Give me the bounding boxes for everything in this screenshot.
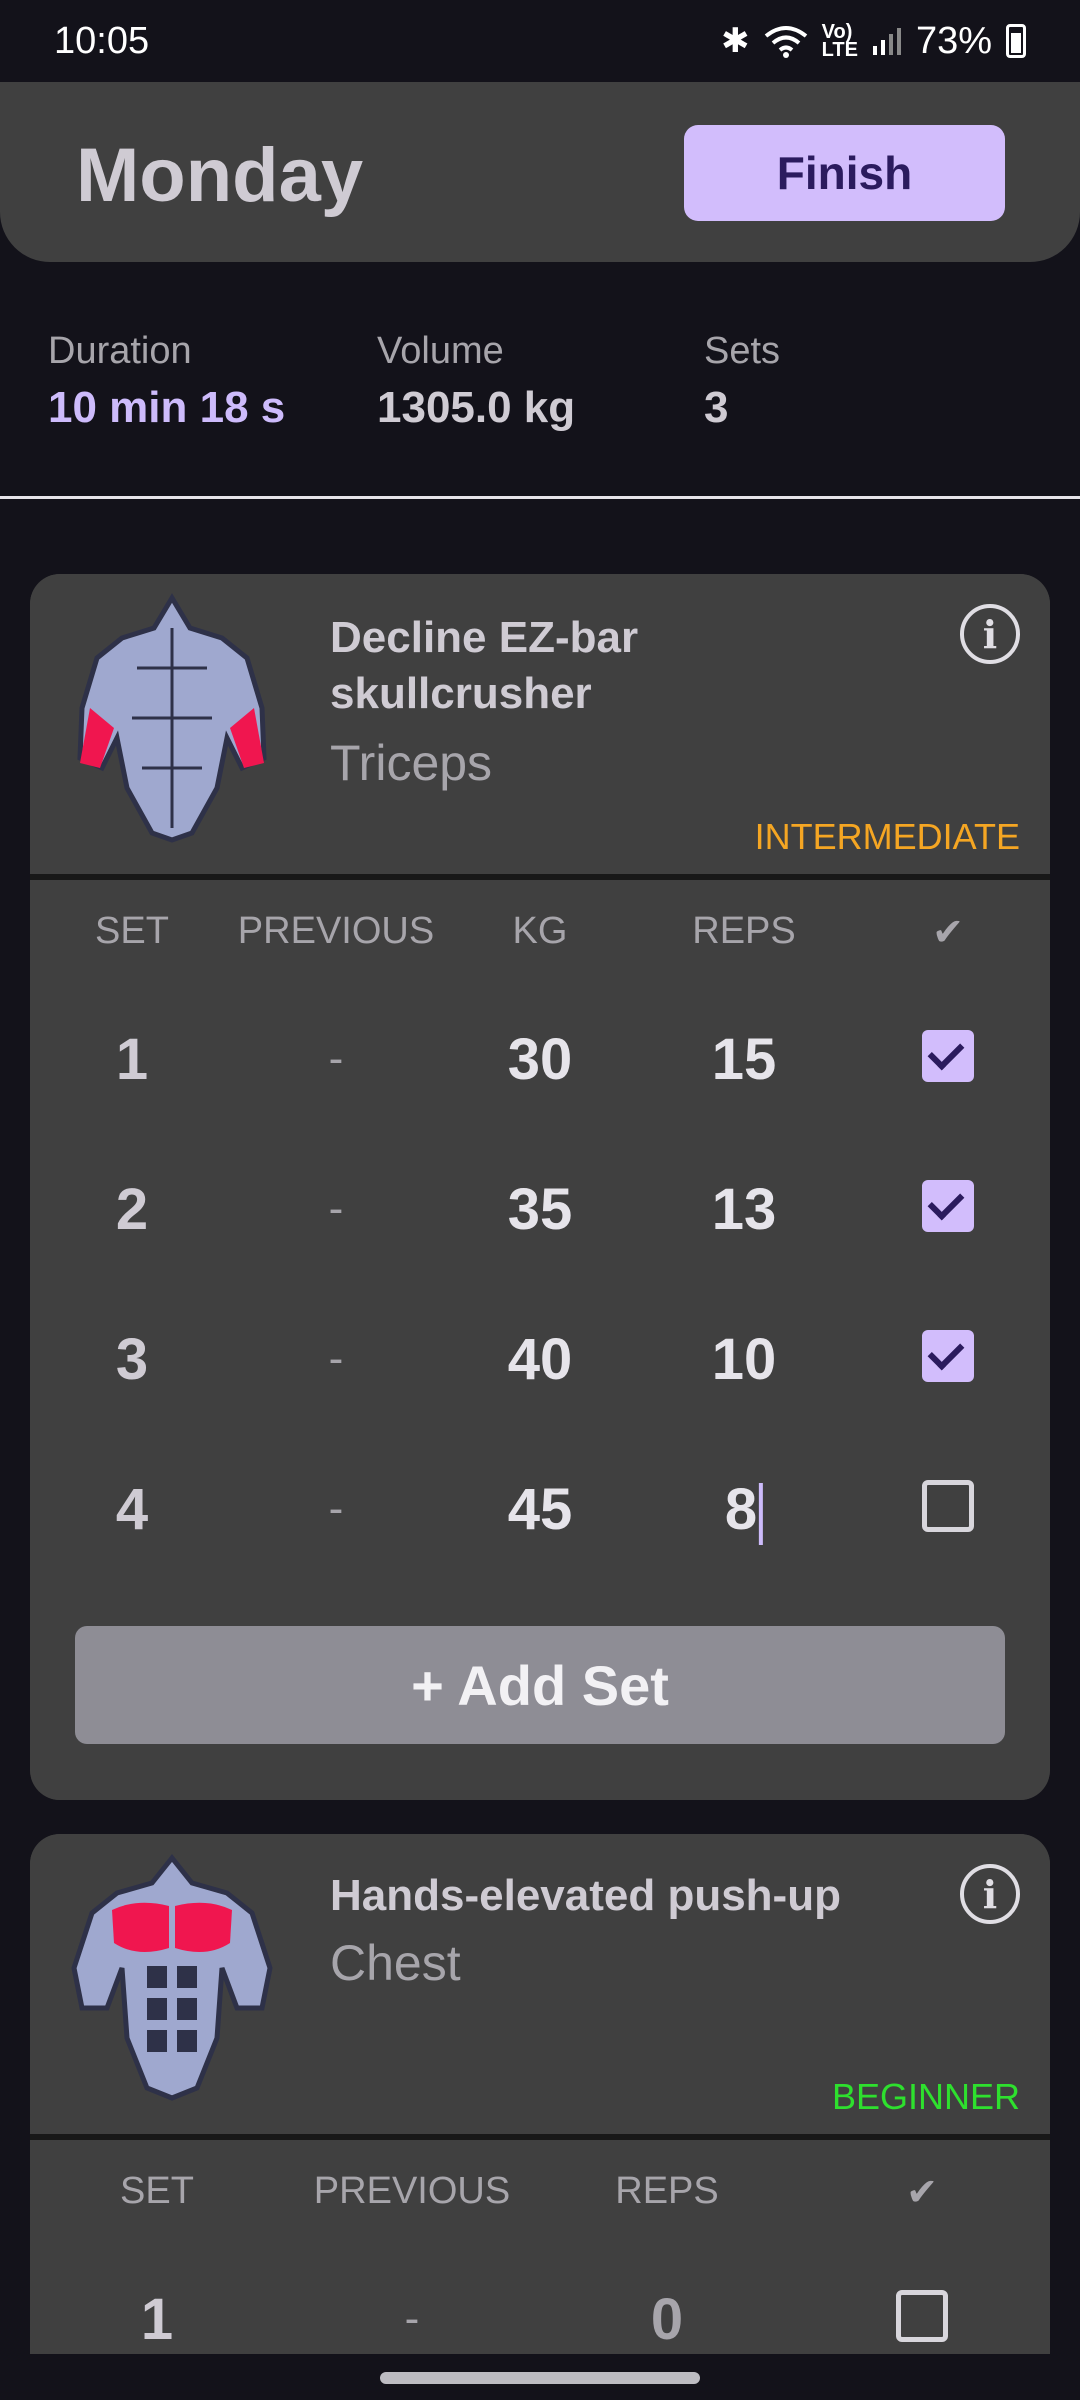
exercise-name-line1: Decline EZ-bar [330, 613, 639, 662]
home-indicator[interactable] [380, 2372, 700, 2384]
exercise-muscle: Triceps [330, 735, 493, 791]
previous-value: - [328, 1034, 344, 1083]
battery-icon [1006, 24, 1026, 58]
volte-icon: Vo) LTE [821, 21, 858, 61]
workout-title: Monday [76, 133, 364, 218]
kg-input[interactable]: 35 [508, 1176, 573, 1243]
set-done-checkbox[interactable] [922, 1030, 974, 1082]
reps-input[interactable]: 0 [651, 2286, 683, 2353]
set-number: 4 [115, 1477, 149, 1542]
reps-input[interactable]: 10 [712, 1326, 777, 1393]
chest-muscle-icon [71, 1853, 273, 2101]
stat-duration-value: 10 min 18 s [48, 383, 286, 432]
exercise-level: BEGINNER [831, 2076, 1020, 2117]
previous-value: - [404, 2294, 420, 2343]
kg-input[interactable]: 30 [508, 1026, 573, 1093]
set-number: 3 [115, 1327, 149, 1392]
set-number: 1 [115, 1027, 149, 1092]
col-header-done: ✔ [932, 912, 964, 954]
set-number: 1 [140, 2287, 174, 2352]
sets-table: SET PREVIOUS REPS ✔ 1 - 0 [30, 2140, 1050, 2354]
col-header-previous: PREVIOUS [237, 910, 435, 952]
status-time: 10:05 [54, 19, 150, 62]
exercise-name: Hands-elevated push-up [330, 1871, 841, 1920]
wifi-icon [764, 26, 807, 58]
set-done-checkbox[interactable] [896, 2290, 948, 2342]
col-header-done: ✔ [906, 2172, 938, 2214]
status-icons: ✱ Vo) LTE 73% [721, 20, 1026, 63]
stat-sets-value: 3 [704, 383, 729, 432]
bluetooth-icon: ✱ [721, 22, 750, 60]
battery-percent: 73% [915, 19, 992, 62]
stat-sets: Sets 3 [704, 330, 780, 433]
exercise-name: Decline EZ-bar skullcrusher [330, 610, 910, 722]
col-header-previous: PREVIOUS [313, 2170, 511, 2212]
exercise-level: INTERMEDIATE [754, 816, 1020, 857]
kg-input[interactable]: 40 [508, 1326, 573, 1393]
signal-icon [872, 28, 901, 55]
stat-volume-value: 1305.0 kg [377, 383, 576, 432]
add-set-button[interactable]: + Add Set [75, 1626, 1005, 1744]
col-header-kg: KG [512, 910, 568, 952]
workout-stats: Duration 10 min 18 s Volume 1305.0 kg Se… [48, 330, 1048, 450]
set-done-checkbox[interactable] [922, 1180, 974, 1232]
stat-volume-label: Volume [377, 330, 504, 372]
col-header-reps: REPS [692, 910, 796, 952]
reps-input[interactable]: 13 [712, 1176, 777, 1243]
finish-button[interactable]: Finish [684, 125, 1005, 221]
info-icon[interactable]: i [960, 604, 1020, 664]
status-bar: 10:05 ✱ Vo) LTE 73% [0, 0, 1080, 82]
col-header-reps: REPS [615, 2170, 719, 2212]
stat-volume: Volume 1305.0 kg [377, 330, 575, 433]
exercise-name-line2: skullcrusher [330, 669, 592, 718]
stat-duration: Duration 10 min 18 s [48, 330, 285, 433]
workout-header: Monday Finish [0, 82, 1080, 262]
set-number: 2 [115, 1177, 149, 1242]
exercise-header: Decline EZ-bar skullcrusher Triceps i IN… [30, 574, 1050, 874]
set-done-checkbox[interactable] [922, 1480, 974, 1532]
sets-table: SET PREVIOUS KG REPS ✔ 1 - 30 15 2 - 35 … [30, 880, 1050, 1800]
previous-value: - [328, 1184, 344, 1233]
reps-input[interactable]: 15 [712, 1026, 777, 1093]
set-done-checkbox[interactable] [922, 1330, 974, 1382]
divider [0, 496, 1080, 499]
reps-input-focused[interactable]: 8 [724, 1476, 764, 1545]
previous-value: - [328, 1484, 344, 1533]
info-icon[interactable]: i [960, 1864, 1020, 1924]
col-header-set: SET [95, 910, 169, 952]
stat-sets-label: Sets [704, 330, 781, 372]
exercise-header: Hands-elevated push-up Chest i BEGINNER [30, 1834, 1050, 2134]
kg-input[interactable]: 45 [508, 1476, 573, 1543]
exercise-card: Decline EZ-bar skullcrusher Triceps i IN… [30, 574, 1050, 1800]
previous-value: - [328, 1334, 344, 1383]
text-cursor [759, 1482, 764, 1545]
triceps-muscle-icon [77, 593, 267, 843]
stat-duration-label: Duration [48, 330, 192, 372]
exercise-muscle: Chest [330, 1935, 461, 1991]
reps-value: 8 [724, 1477, 758, 1542]
col-header-set: SET [120, 2170, 194, 2212]
exercise-card: Hands-elevated push-up Chest i BEGINNER … [30, 1834, 1050, 2354]
